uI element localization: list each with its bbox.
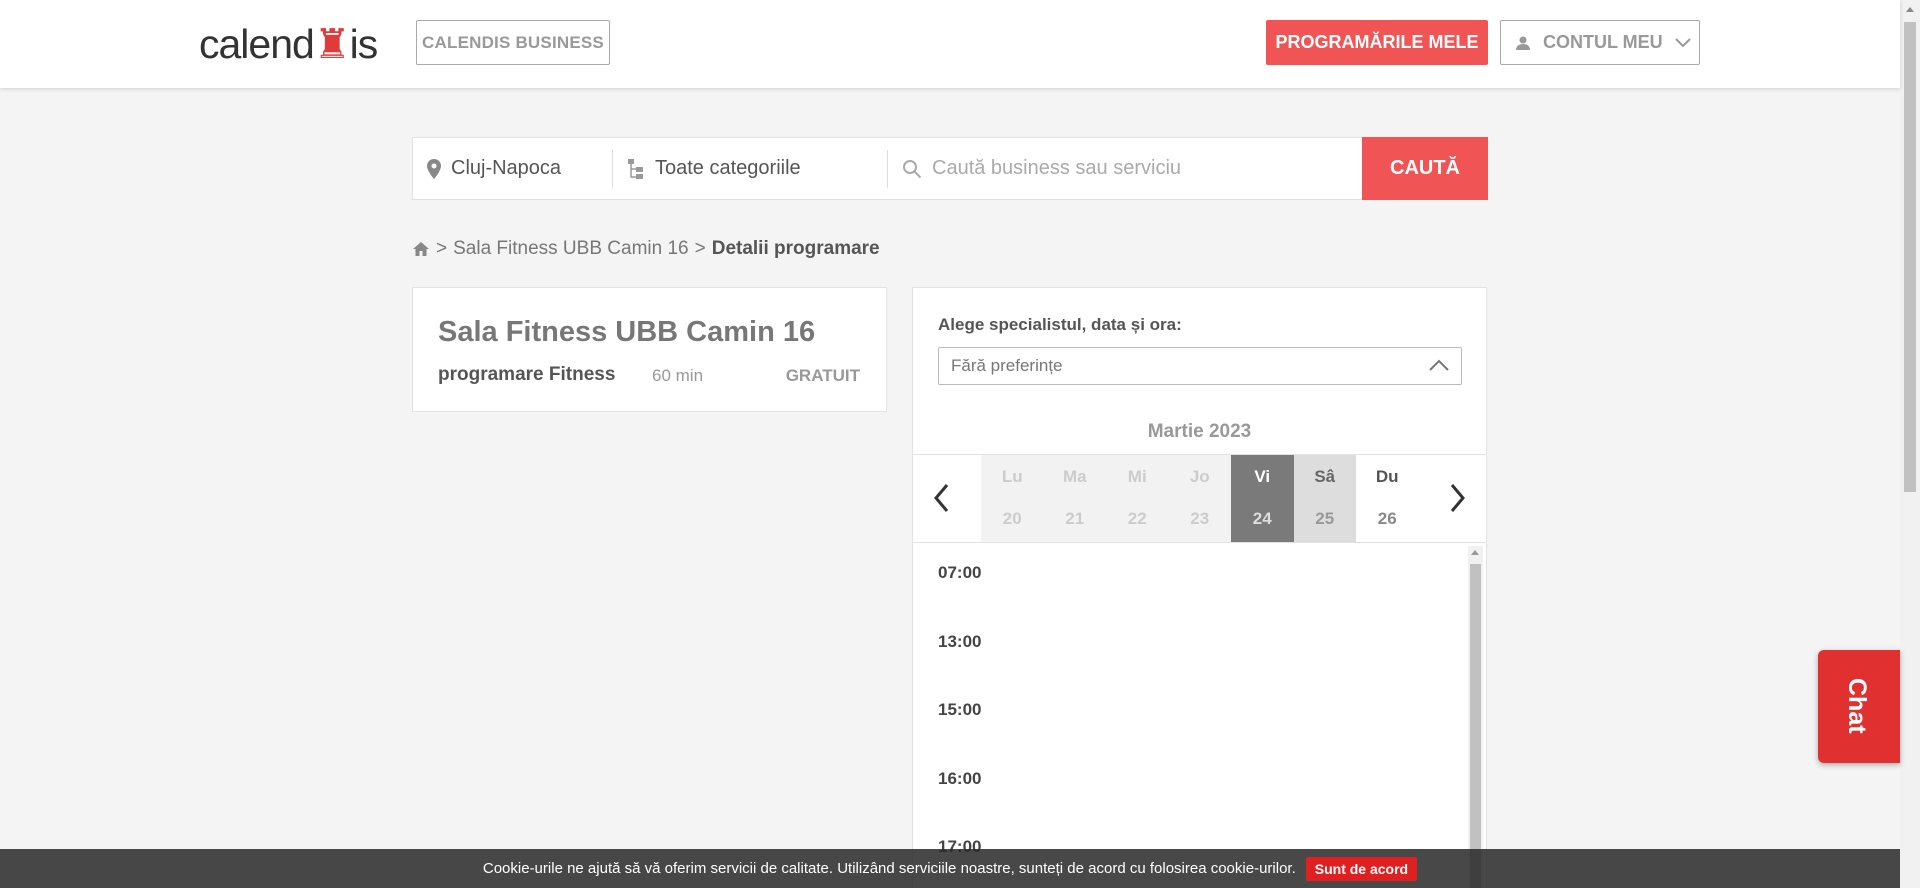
day-cell-selected[interactable]: Vi 24 — [1231, 455, 1294, 542]
day-selector: Lu 20 Ma 21 Mi 22 Jo 23 Vi 24 Sâ 25 Du 26 — [913, 454, 1486, 543]
day-cell[interactable]: Sâ 25 — [1293, 455, 1356, 542]
chat-label: Chat — [1843, 678, 1871, 734]
calendis-business-button[interactable]: CALENDIS BUSINESS — [416, 20, 610, 65]
breadcrumb-separator: > — [694, 238, 706, 259]
chevron-down-icon — [1674, 37, 1691, 47]
day-cell[interactable]: Du 26 — [1356, 455, 1419, 542]
chevron-right-icon[interactable] — [1450, 483, 1466, 513]
slots-scrollbar-thumb[interactable] — [1470, 564, 1481, 888]
logo-text: calend — [199, 21, 315, 67]
top-header: calend♜is CALENDIS BUSINESS PROGRAMĂRILE… — [0, 0, 1900, 88]
day-number: 23 — [1190, 509, 1210, 528]
day-cell: Jo 23 — [1168, 455, 1231, 542]
day-name: Lu — [1001, 467, 1023, 486]
service-price: GRATUIT — [785, 366, 860, 385]
day-cell: Mi 22 — [1106, 455, 1169, 542]
time-slot[interactable]: 07:00 — [913, 543, 1461, 612]
home-icon[interactable] — [412, 241, 430, 257]
day-name: Ma — [1062, 467, 1087, 486]
breadcrumb-current: Detalii programare — [711, 238, 880, 259]
day-number: 24 — [1252, 509, 1272, 528]
search-bar: Cluj-Napoca Toate categoriile Caută busi… — [412, 137, 1488, 200]
day-name: Sâ — [1314, 467, 1336, 486]
category-tree-icon — [628, 158, 643, 179]
chevron-left-icon[interactable] — [933, 483, 949, 513]
day-cell: Lu 20 — [981, 455, 1044, 542]
search-placeholder: Caută business sau serviciu — [932, 157, 1182, 179]
day-name: Vi — [1254, 467, 1271, 486]
category-select[interactable]: Toate categoriile — [613, 149, 888, 188]
day-cell: Ma 21 — [1043, 455, 1106, 542]
my-account-button[interactable]: CONTUL MEU — [1500, 20, 1700, 65]
calendis-logo[interactable]: calend♜is — [199, 20, 379, 68]
city-select[interactable]: Cluj-Napoca — [413, 149, 613, 188]
cookie-accept-button[interactable]: Sunt de acord — [1305, 856, 1418, 881]
specialist-select[interactable]: Fără preferințe — [938, 347, 1462, 385]
cookie-text: Cookie-urile ne ajută să vă oferim servi… — [482, 860, 1296, 877]
day-name: Mi — [1127, 467, 1147, 486]
time-slot[interactable]: 13:00 — [913, 612, 1461, 681]
location-pin-icon — [427, 158, 441, 179]
search-button[interactable]: CAUTĂ — [1362, 137, 1488, 200]
day-number: 26 — [1377, 509, 1397, 528]
category-value: Toate categoriile — [655, 157, 801, 179]
scroll-up-arrow-icon[interactable] — [1906, 7, 1914, 12]
service-duration: 60 min — [652, 366, 704, 385]
day-number: 25 — [1315, 509, 1335, 528]
scroll-up-arrow-icon[interactable] — [1471, 550, 1479, 555]
logo-crown-icon: ♜ — [313, 21, 351, 67]
breadcrumb: > Sala Fitness UBB Camin 16 > Detalii pr… — [412, 238, 880, 260]
booking-card: Alege specialistul, data și ora: Fără pr… — [912, 287, 1487, 888]
day-list: Lu 20 Ma 21 Mi 22 Jo 23 Vi 24 Sâ 25 Du 26 — [981, 455, 1419, 542]
time-slot[interactable]: 16:00 — [913, 749, 1461, 818]
time-slot[interactable]: 15:00 — [913, 680, 1461, 749]
my-appointments-button[interactable]: PROGRAMĂRILE MELE — [1266, 20, 1488, 65]
time-slot-list: 07:00 13:00 15:00 16:00 17:00 — [913, 543, 1461, 886]
cookie-banner: Cookie-urile ne ajută să vă oferim servi… — [0, 849, 1900, 888]
day-name: Du — [1375, 467, 1399, 486]
chevron-up-icon — [1429, 359, 1449, 371]
business-name: Sala Fitness UBB Camin 16 — [438, 316, 816, 348]
slots-scrollbar[interactable] — [1468, 546, 1483, 888]
page-scrollbar[interactable] — [1900, 0, 1920, 888]
chat-button[interactable]: Chat — [1818, 650, 1900, 763]
day-number: 21 — [1065, 509, 1085, 528]
day-name: Jo — [1189, 467, 1210, 486]
account-label: CONTUL MEU — [1543, 32, 1663, 52]
search-input[interactable]: Caută business sau serviciu — [888, 138, 1362, 199]
page-scrollbar-thumb[interactable] — [1904, 22, 1916, 492]
booking-label: Alege specialistul, data și ora: — [938, 315, 1182, 334]
breadcrumb-separator: > — [436, 238, 448, 259]
day-number: 22 — [1127, 509, 1147, 528]
calendar-month: Martie 2023 — [1147, 421, 1252, 442]
user-icon — [1516, 36, 1530, 50]
day-number: 20 — [1002, 509, 1022, 528]
breadcrumb-business-link[interactable]: Sala Fitness UBB Camin 16 — [453, 238, 689, 260]
search-icon — [903, 159, 922, 178]
service-name: programare Fitness — [438, 364, 616, 385]
city-value: Cluj-Napoca — [451, 157, 562, 179]
service-summary-card: Sala Fitness UBB Camin 16 programare Fit… — [412, 287, 887, 412]
specialist-value: Fără preferințe — [951, 356, 1063, 375]
logo-text-end: is — [349, 21, 379, 67]
